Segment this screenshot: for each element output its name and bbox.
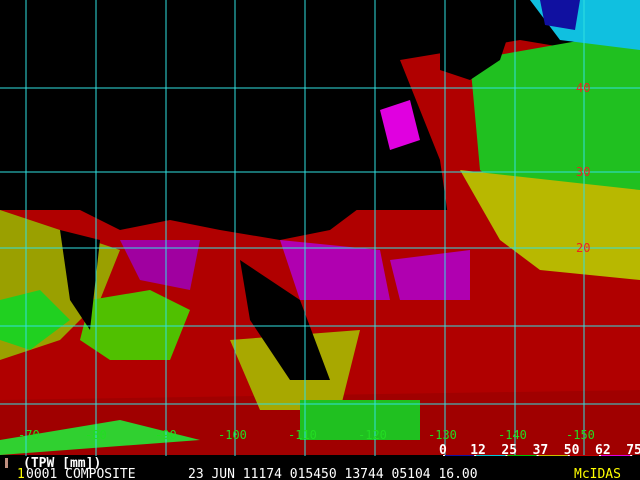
lat-label: 40 xyxy=(576,81,591,95)
lon-label: -80 xyxy=(85,428,107,442)
colorbar-tick-label: 75 xyxy=(626,443,640,458)
software-label: McIDAS xyxy=(574,467,621,480)
date-info: 23 JUN 11174 015450 13744 05104 16.00 xyxy=(188,467,478,480)
colorbar-tick-label: 12 xyxy=(470,443,486,458)
lat-label: 20 xyxy=(576,241,591,255)
lon-label: -100 xyxy=(218,428,247,442)
frame-marker xyxy=(5,458,8,468)
colorbar-tick-label: 62 xyxy=(595,443,611,458)
colorbar-tick-label: 0 xyxy=(439,443,447,458)
lon-label: -140 xyxy=(498,428,527,442)
colorbar-tick-label: 37 xyxy=(532,443,549,458)
driest-area xyxy=(540,0,580,30)
lon-label: -150 xyxy=(566,428,595,442)
satellite-map: -70 -80 -90 -100 -110 -120 -130 -140 -15… xyxy=(0,0,640,480)
moist-area-yellowsea xyxy=(380,100,420,150)
frame-number: 1 xyxy=(17,467,25,480)
lon-label: -70 xyxy=(18,428,40,442)
land-mask-asia xyxy=(0,0,400,240)
tpw-field xyxy=(0,0,640,480)
lon-label: -110 xyxy=(288,428,317,442)
lon-label: -90 xyxy=(155,428,177,442)
lat-label: 30 xyxy=(576,165,591,179)
colorbar-tick-label: 50 xyxy=(563,443,580,458)
lon-label: -130 xyxy=(428,428,457,442)
colorbar-tick-label: 25 xyxy=(501,443,518,458)
lon-label: -120 xyxy=(358,428,387,442)
info-line: 0001 COMPOSITE xyxy=(26,467,136,480)
